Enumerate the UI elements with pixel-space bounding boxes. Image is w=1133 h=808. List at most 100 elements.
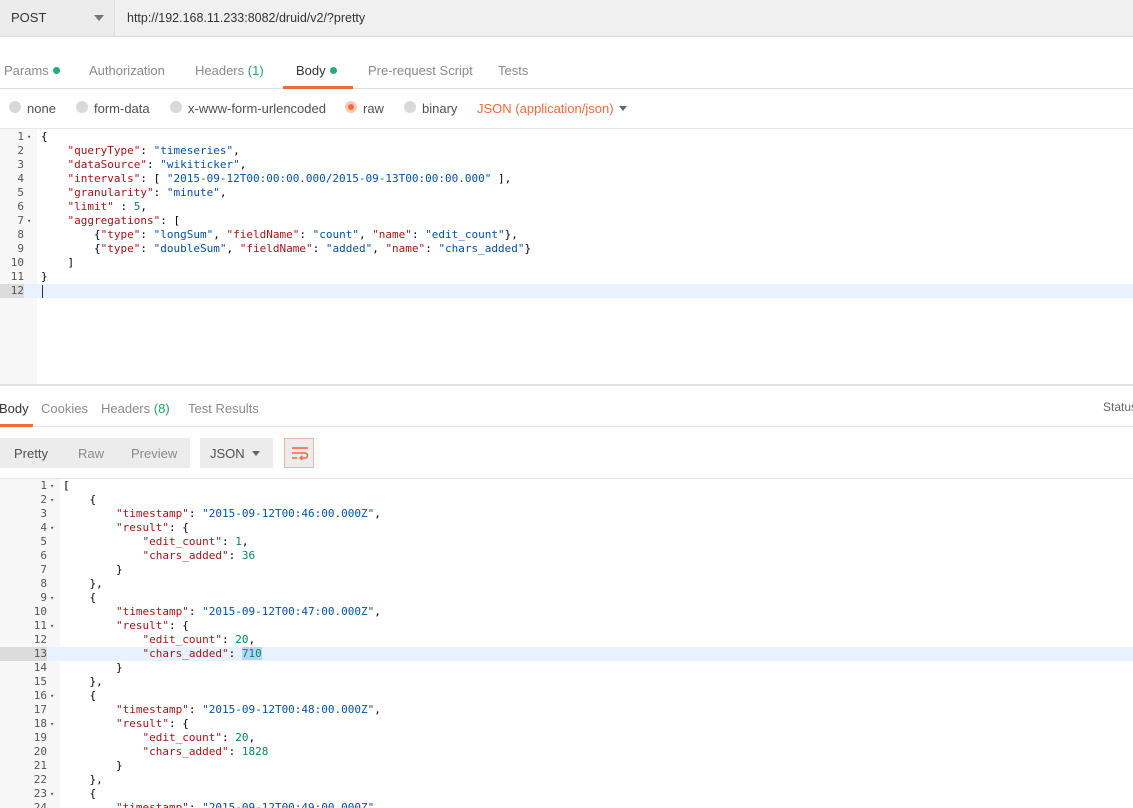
code-line: 22 }, (0, 773, 1133, 787)
wrap-lines-icon (292, 447, 309, 460)
code-line: 10 "timestamp": "2015-09-12T00:47:00.000… (0, 605, 1133, 619)
response-body-viewer[interactable]: 1 ▾[2 ▾ {3 "timestamp": "2015-09-12T00:46:… (0, 479, 1133, 808)
line-number: 8 (17, 228, 24, 241)
method-label: POST (11, 10, 47, 25)
tab-label: Params (4, 63, 49, 78)
fold-arrow-icon[interactable]: ▾ (27, 214, 31, 228)
line-number: 21 (33, 759, 47, 772)
code-line: 15 }, (0, 675, 1133, 689)
line-number: 2 (40, 493, 47, 506)
code-text: "limit" : 5, (67, 200, 147, 213)
line-number: 7 (40, 563, 47, 576)
tab-test-results[interactable]: Test Results (188, 401, 259, 416)
code-line: 17 "timestamp": "2015-09-12T00:48:00.000… (0, 703, 1133, 717)
radio-circle-icon (76, 101, 88, 113)
request-body-editor[interactable]: 1 ▾{2 "queryType": "timeseries", 3 "dataSo… (0, 129, 1133, 384)
code-text: {"type": "doubleSum", "fieldName": "adde… (41, 242, 532, 255)
code-line: 2 ▾ { (0, 493, 1133, 507)
response-tabs: Body Cookies Headers (8) Test Results St… (0, 386, 1133, 427)
code-line: 4 "intervals": [ "2015-09-12T00:00:00.00… (0, 172, 1133, 186)
status-label: Status (1103, 400, 1133, 414)
line-number: 19 (33, 731, 47, 744)
tab-pre-request-script[interactable]: Pre-request Script (368, 63, 473, 78)
code-line: 5 "edit_count": 1, (0, 535, 1133, 549)
code-text: "timestamp": "2015-09-12T00:47:00.000Z", (115, 605, 381, 618)
fold-arrow-icon[interactable]: ▾ (50, 619, 54, 633)
tab-params[interactable]: Params (4, 63, 60, 78)
code-text: "result": { (115, 521, 189, 534)
code-line: 5 "granularity": "minute", (0, 186, 1133, 200)
tab-label: Body (296, 63, 326, 78)
tab-response-headers[interactable]: Headers (8) (101, 401, 170, 416)
tab-headers[interactable]: Headers (1) (195, 63, 264, 78)
request-tabs: Params Authorization Headers (1) Body Pr… (0, 48, 1133, 89)
code-text: "intervals": [ "2015-09-12T00:00:00.000/… (67, 172, 512, 185)
fold-arrow-icon[interactable]: ▾ (50, 689, 54, 703)
code-text: "chars_added": 1828 (142, 745, 269, 758)
tab-label: Body (0, 401, 29, 416)
code-text: "edit_count": 20, (142, 731, 256, 744)
url-bar: POST (0, 0, 1133, 37)
fold-arrow-icon[interactable]: ▾ (50, 479, 54, 493)
code-line: 3 "timestamp": "2015-09-12T00:46:00.000Z… (0, 507, 1133, 521)
code-text: "aggregations": [ (67, 214, 181, 227)
line-number: 3 (40, 507, 47, 520)
tab-body[interactable]: Body (296, 63, 337, 78)
fold-arrow-icon[interactable]: ▾ (50, 787, 54, 801)
code-text: { (63, 689, 97, 702)
line-number: 1 (17, 130, 24, 143)
tab-response-body[interactable]: Body (0, 401, 29, 416)
code-line: 1 ▾ { (0, 130, 1133, 144)
radio-circle-icon (170, 101, 182, 113)
code-text: "timestamp": "2015-09-12T00:46:00.000Z", (115, 507, 381, 520)
method-select[interactable]: POST (0, 0, 115, 36)
fold-arrow-icon[interactable]: ▾ (50, 521, 54, 535)
view-mode-group: Pretty Raw Preview (0, 438, 190, 468)
line-number: 10 (10, 256, 24, 269)
line-number: 20 (33, 745, 47, 758)
fold-arrow-icon[interactable]: ▾ (50, 493, 54, 507)
fold-arrow-icon[interactable]: ▾ (50, 717, 54, 731)
line-number: 7 (17, 214, 24, 227)
raw-button[interactable]: Raw (78, 446, 104, 461)
fold-arrow-icon[interactable]: ▾ (50, 591, 54, 605)
line-number: 8 (40, 577, 47, 590)
code-text: ] (41, 256, 75, 269)
line-number: 5 (17, 186, 24, 199)
line-number: 6 (17, 200, 24, 213)
code-line: 7 } (0, 563, 1133, 577)
tab-count: (8) (153, 401, 170, 416)
code-text: { (63, 591, 97, 604)
code-text: }, (63, 577, 103, 590)
line-number: 1 (40, 479, 47, 492)
preview-button[interactable]: Preview (131, 446, 177, 461)
code-line: 13 "chars_added": 710 (0, 647, 1133, 661)
chevron-down-icon (94, 15, 104, 21)
line-number: 12 (0, 284, 24, 298)
code-text: "timestamp": "2015-09-12T00:49:00.000Z", (115, 801, 381, 808)
code-line: 9 {"type": "doubleSum", "fieldName": "ad… (0, 242, 1133, 256)
code-text: { (63, 787, 97, 800)
chevron-down-icon (252, 451, 260, 456)
content-type-select[interactable]: JSON (application/json) (477, 101, 614, 116)
code-text: "result": { (115, 619, 189, 632)
chevron-down-icon[interactable] (619, 106, 627, 111)
line-number: 11 (33, 619, 47, 632)
tab-cookies[interactable]: Cookies (41, 401, 88, 416)
code-line: 6 "chars_added": 36 (0, 549, 1133, 563)
response-format-select[interactable]: JSON (200, 438, 273, 468)
fold-arrow-icon[interactable]: ▾ (27, 130, 31, 144)
pretty-button[interactable]: Pretty (14, 446, 48, 461)
tab-authorization[interactable]: Authorization (89, 63, 165, 78)
wrap-lines-button[interactable] (284, 438, 314, 468)
url-input[interactable] (116, 0, 1133, 36)
code-line: 19 "edit_count": 20, (0, 731, 1133, 745)
line-number: 22 (33, 773, 47, 786)
line-number: 13 (0, 647, 47, 661)
line-number: 4 (17, 172, 24, 185)
code-text: } (41, 270, 48, 283)
line-number: 24 (33, 801, 47, 808)
tab-label: Headers (195, 63, 245, 78)
tab-tests[interactable]: Tests (498, 63, 528, 78)
body-type-options: none form-data x-www-form-urlencoded raw… (0, 89, 1133, 129)
